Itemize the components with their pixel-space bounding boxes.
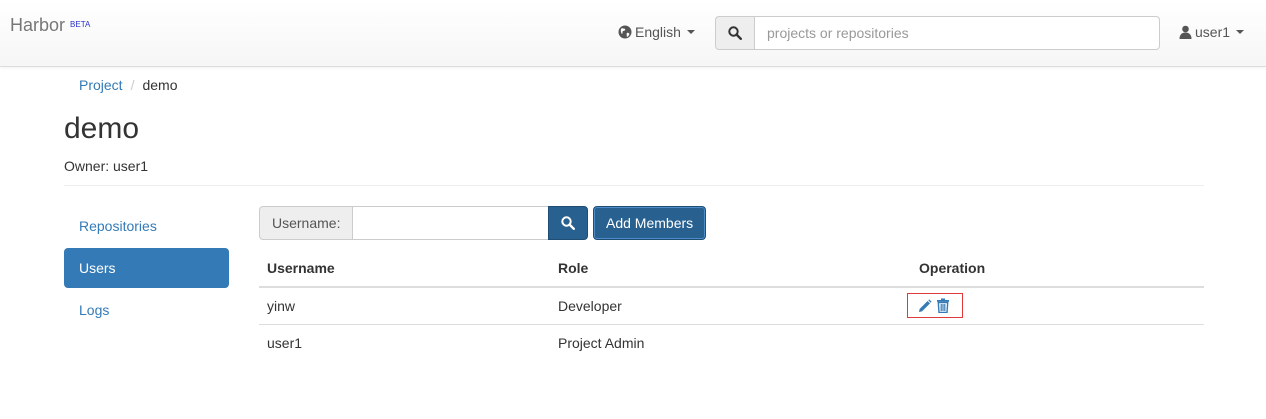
member-username: user1 <box>267 334 303 351</box>
edit-icon[interactable] <box>918 299 932 313</box>
global-search-input[interactable] <box>755 16 1160 50</box>
operations-highlight <box>907 293 963 319</box>
column-header-operation: Operation <box>911 250 1204 288</box>
global-search <box>715 16 1160 50</box>
trash-icon[interactable] <box>936 298 950 314</box>
user-dropdown[interactable]: user1 <box>1179 24 1245 40</box>
table-header-row: Username Role Operation <box>259 250 1204 288</box>
member-role: Project Admin <box>558 334 645 351</box>
project-owner: Owner: user1 <box>64 158 149 174</box>
sidenav-item-label: Logs <box>79 302 110 318</box>
member-search-button[interactable] <box>548 206 589 240</box>
sidenav-item-label: Users <box>79 260 116 276</box>
column-header-username: Username <box>259 250 550 288</box>
project-sidenav: Repositories Users Logs <box>64 206 229 332</box>
sidenav-item-users[interactable]: Users <box>64 248 229 288</box>
breadcrumb-separator: / <box>130 77 135 93</box>
search-icon[interactable] <box>715 16 755 50</box>
language-dropdown[interactable]: English <box>618 24 695 40</box>
breadcrumb: Project / demo <box>79 77 178 93</box>
column-header-role: Role <box>550 250 911 288</box>
table-row: user1 Project Admin <box>259 324 1204 361</box>
sidenav-item-logs[interactable]: Logs <box>64 290 229 330</box>
table-row: yinw Developer <box>259 287 1204 325</box>
member-role: Developer <box>550 287 911 325</box>
divider <box>64 185 1204 186</box>
brand-logo[interactable]: Harbor BETA <box>10 15 90 36</box>
brand-name: Harbor <box>10 15 66 35</box>
search-icon <box>561 216 576 230</box>
member-username: yinw <box>259 287 550 325</box>
sidenav-item-label: Repositories <box>79 218 157 234</box>
username-search-input[interactable] <box>353 206 549 240</box>
language-label: English <box>635 24 681 40</box>
member-operations <box>907 287 1204 325</box>
breadcrumb-project-link[interactable]: Project <box>79 77 123 93</box>
top-navbar: Harbor BETA English user1 <box>0 0 1266 67</box>
member-search-group: Username: <box>259 206 589 240</box>
username-label: Username: <box>259 206 354 240</box>
beta-badge: BETA <box>70 20 91 29</box>
add-members-button[interactable]: Add Members <box>593 206 707 240</box>
globe-icon <box>618 25 632 39</box>
chevron-down-icon <box>1236 30 1245 34</box>
members-table: Username Role Operation yinw Developer u… <box>259 250 1204 361</box>
chevron-down-icon <box>686 30 695 34</box>
sidenav-item-repositories[interactable]: Repositories <box>64 206 229 246</box>
user-icon <box>1179 25 1192 39</box>
breadcrumb-current: demo <box>142 77 178 93</box>
user-name: user1 <box>1195 24 1231 40</box>
page-title: demo <box>64 112 140 145</box>
member-operations <box>911 324 1204 361</box>
